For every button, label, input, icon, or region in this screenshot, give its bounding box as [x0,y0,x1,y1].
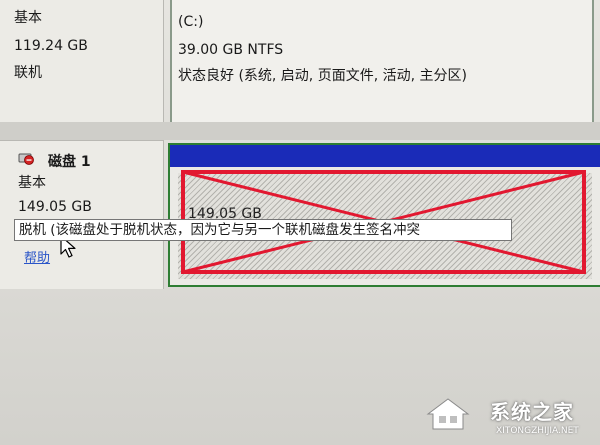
disk0-status: 联机 [14,65,42,81]
watermark-url: XITONGZHIJIA.NET [496,426,579,436]
partition-c-size: 39.00 GB NTFS [178,42,284,58]
disk-management-view: 基本 119.24 GB 联机 (C:) 39.00 GB NTFS 状态良好 … [0,0,600,445]
partition-c-name: (C:) [178,14,204,30]
disk-offline-icon [18,153,34,165]
disk0-size: 119.24 GB [14,38,88,54]
watermark-brand: 系统之家 [490,400,574,424]
disk1-title: 磁盘 1 [48,154,91,170]
partition-c-status: 状态良好 (系统, 启动, 页面文件, 活动, 主分区) [178,68,467,84]
disk0-type: 基本 [14,10,42,26]
partition-header-bar [170,145,600,167]
house-logo-icon [426,398,470,430]
disk0-partition-c[interactable]: (C:) 39.00 GB NTFS 状态良好 (系统, 启动, 页面文件, 活… [170,0,594,136]
row-separator [0,122,600,140]
disk1-size: 149.05 GB [18,199,92,215]
help-link[interactable]: 帮助 [24,247,50,266]
watermark: 系统之家 XITONGZHIJIA.NET [418,392,600,445]
disk1-type: 基本 [18,175,46,191]
offline-tooltip: 脱机 (该磁盘处于脱机状态，因为它与另一个联机磁盘发生签名冲突 [14,219,512,241]
disk0-info-panel[interactable]: 基本 119.24 GB 联机 [0,0,164,123]
disk1-info-panel[interactable]: 磁盘 1 基本 149.05 GB 帮助 [0,140,164,289]
